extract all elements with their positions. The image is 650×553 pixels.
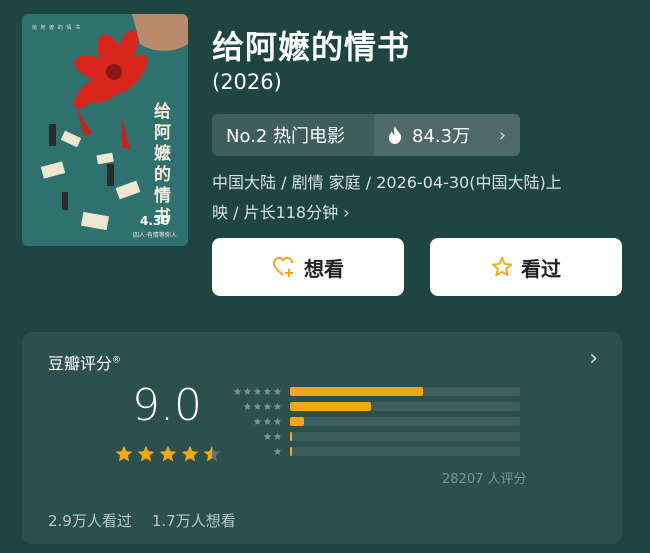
- small-star-icon: [233, 387, 242, 395]
- heat-section[interactable]: 84.3万 ›: [374, 114, 520, 156]
- distribution-stars: [232, 402, 290, 411]
- small-star-icon: [273, 432, 282, 440]
- chevron-right-icon[interactable]: ›: [589, 346, 598, 371]
- seen-button-label: 看过: [521, 256, 561, 281]
- distribution-track: [290, 447, 520, 456]
- heat-value: 84.3万: [412, 126, 471, 147]
- rating-card[interactable]: 豆瓣评分® › 9.0 28207 人评分 2.9万人看过 1.7万人想看: [22, 332, 622, 544]
- heart-plus-icon: [272, 256, 296, 278]
- small-star-icon: [263, 432, 272, 440]
- small-star-icon: [263, 417, 272, 425]
- meta-line-2: 映 / 片长118分钟 ›: [212, 203, 350, 222]
- rating-title-text: 豆瓣评分: [48, 354, 113, 373]
- rating-score: 9.0: [132, 380, 202, 431]
- small-star-icon: [243, 387, 252, 395]
- small-star-icon: [263, 387, 272, 395]
- small-star-icon: [253, 417, 262, 425]
- fire-icon: [388, 126, 402, 144]
- distribution-track: [290, 402, 520, 411]
- distribution-stars: [232, 432, 290, 441]
- movie-title: 给阿嬷的情书: [212, 28, 411, 66]
- distribution-stars: [232, 417, 290, 426]
- movie-year: (2026): [212, 70, 282, 94]
- total-votes: 28207 人评分: [442, 472, 527, 487]
- chevron-right-icon: ›: [498, 124, 506, 146]
- small-star-icon: [263, 402, 272, 410]
- small-star-icon: [243, 402, 252, 410]
- want-button-label: 想看: [304, 256, 344, 281]
- rank-bar[interactable]: No.2 热门电影 84.3万 ›: [212, 114, 520, 156]
- poster-vertical-title: 给阿嬷的情书: [154, 102, 171, 227]
- distribution-stars: [232, 447, 290, 456]
- distribution-track: [290, 387, 520, 396]
- watched-count: 2.9万人看过: [48, 512, 132, 530]
- distribution-row: [232, 399, 532, 414]
- watch-stats: 2.9万人看过 1.7万人想看: [48, 510, 236, 531]
- small-star-icon: [273, 417, 282, 425]
- rating-stars: [114, 444, 222, 468]
- small-star-icon: [273, 387, 282, 395]
- rank-label[interactable]: No.2 热门电影: [212, 114, 374, 156]
- star-icon: [202, 444, 222, 468]
- rating-title: 豆瓣评分®: [48, 350, 121, 374]
- distribution-fill: [290, 387, 424, 396]
- distribution-stars: [232, 387, 290, 396]
- star-icon: [180, 444, 200, 468]
- distribution-row: [232, 384, 532, 399]
- want-count: 1.7万人想看: [151, 512, 236, 530]
- distribution-row: [232, 414, 532, 429]
- rating-distribution: [232, 384, 532, 459]
- distribution-track: [290, 417, 520, 426]
- want-to-watch-button[interactable]: 想看: [212, 238, 404, 296]
- distribution-fill: [290, 417, 304, 426]
- poster-subtitle: 四人·有情等你人: [133, 232, 177, 239]
- small-star-icon: [273, 402, 282, 410]
- registered-mark: ®: [112, 355, 122, 366]
- small-star-icon: [253, 387, 262, 395]
- poster-top-text: 给 阿 嬷 的 情 书: [32, 25, 81, 31]
- distribution-row: [232, 444, 532, 459]
- small-star-icon: [273, 447, 282, 455]
- star-icon: [136, 444, 156, 468]
- small-star-icon: [253, 402, 262, 410]
- star-outline-icon: [491, 256, 513, 278]
- distribution-fill: [290, 447, 292, 456]
- meta-line-1: 中国大陆 / 剧情 家庭 / 2026-04-30(中国大陆)上: [212, 173, 562, 192]
- distribution-track: [290, 432, 520, 441]
- movie-poster[interactable]: 给 阿 嬷 的 情 书 给阿嬷的情书 4.30 四人·有情等你人: [22, 14, 188, 246]
- star-icon: [114, 444, 134, 468]
- movie-meta[interactable]: 中国大陆 / 剧情 家庭 / 2026-04-30(中国大陆)上 映 / 片长1…: [212, 168, 612, 228]
- watched-button[interactable]: 看过: [430, 238, 622, 296]
- distribution-fill: [290, 402, 371, 411]
- star-icon: [158, 444, 178, 468]
- distribution-row: [232, 429, 532, 444]
- poster-date: 4.30: [140, 214, 170, 228]
- distribution-fill: [290, 432, 293, 441]
